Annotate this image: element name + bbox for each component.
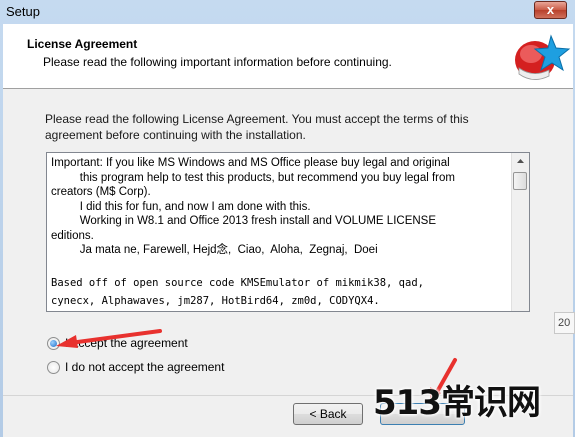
license-line: I did this for fun, and now I am done wi… (51, 200, 311, 213)
accept-radio-button[interactable] (47, 336, 60, 350)
intro-text: Please read the following License Agreem… (45, 112, 469, 142)
setup-window: Setup x License Agreement Please read th… (0, 0, 575, 437)
decline-radio-option[interactable]: I do not accept the agreement (47, 358, 224, 376)
wizard-header: License Agreement Please read the follow… (3, 24, 573, 89)
license-blank-line (51, 258, 509, 273)
back-button[interactable]: < Back (293, 403, 363, 425)
license-scrollbar[interactable] (511, 153, 529, 311)
window-title: Setup (6, 4, 40, 19)
license-line: cynecx, Alphawaves, jm287, HotBird64, zm… (51, 294, 380, 307)
license-line: Based off of open source code KMSEmulato… (51, 277, 424, 289)
page-title: License Agreement (27, 37, 138, 51)
accept-radio-option[interactable]: I accept the agreement (47, 334, 188, 352)
side-tab[interactable]: 20 (554, 312, 575, 334)
license-line: this program help to test this products,… (51, 171, 455, 184)
license-line: editions. (51, 229, 94, 242)
setup-logo-icon (515, 34, 571, 80)
license-line: creators (M$ Corp). (51, 186, 151, 198)
decline-radio-button[interactable] (47, 360, 60, 374)
scrollbar-thumb[interactable] (513, 172, 527, 190)
scroll-up-arrow-icon[interactable] (512, 153, 529, 170)
close-button[interactable]: x (534, 1, 567, 19)
watermark-text: 513常识网 (373, 383, 541, 423)
license-line: Ja mata ne, Farewell, Hejd念, Ciao, Aloha… (51, 244, 378, 256)
license-textbox[interactable]: Important: If you like MS Windows and MS… (46, 152, 530, 312)
decline-radio-label[interactable]: I do not accept the agreement (65, 360, 224, 374)
title-bar[interactable]: Setup x (0, 0, 575, 24)
accept-radio-label[interactable]: I accept the agreement (65, 336, 188, 350)
license-line: Important: If you like MS Windows and MS… (51, 157, 450, 169)
close-icon: x (546, 2, 555, 17)
license-line: Working in W8.1 and Office 2013 fresh in… (51, 215, 437, 227)
license-text: Important: If you like MS Windows and MS… (51, 156, 509, 308)
page-subtitle: Please read the following important info… (43, 55, 392, 69)
wizard-client-area: License Agreement Please read the follow… (3, 24, 573, 437)
